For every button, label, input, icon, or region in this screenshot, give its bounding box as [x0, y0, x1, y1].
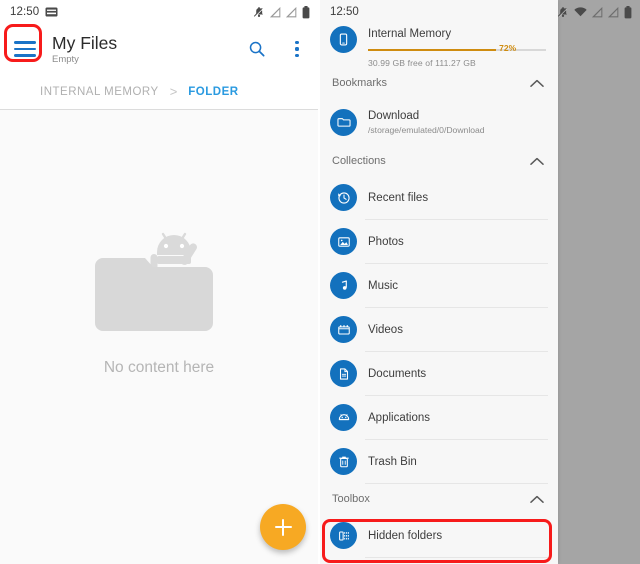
breadcrumb-root[interactable]: INTERNAL MEMORY: [40, 86, 159, 98]
drawer-item-documents[interactable]: Documents: [320, 352, 558, 395]
bell-muted-icon: [557, 7, 568, 18]
signal-off-icon: [608, 6, 619, 17]
battery-icon: [302, 5, 310, 18]
drawer-item-music[interactable]: Music: [320, 264, 558, 307]
drawer-item-applications[interactable]: Applications: [320, 396, 558, 439]
drawer-item-label: Trash Bin: [368, 455, 417, 468]
internal-memory-row[interactable]: Internal Memory 72% 30.99 GB free of 111…: [320, 24, 558, 68]
drawer-item-videos[interactable]: Videos: [320, 308, 558, 351]
signal-off-icon: [592, 6, 603, 17]
section-header-toolbox[interactable]: Toolbox: [320, 484, 558, 514]
app-bar-actions: [244, 36, 310, 62]
recent-clock-icon: [330, 184, 357, 211]
drawer-item-label: Recent files: [368, 191, 429, 204]
drawer-item-hidden-folders[interactable]: Hidden folders: [320, 514, 558, 557]
document-icon: [330, 360, 357, 387]
phone-storage-icon: [330, 26, 357, 53]
breadcrumb: INTERNAL MEMORY > FOLDER: [0, 74, 318, 110]
notification-keyboard-icon: [45, 7, 58, 17]
drawer-item-text: Download /storage/emulated/0/Download: [368, 109, 485, 136]
storage-title: Internal Memory: [368, 28, 452, 40]
bell-muted-icon: [253, 7, 264, 18]
drawer-item-photos[interactable]: Photos: [320, 220, 558, 263]
chevron-up-icon[interactable]: [530, 157, 544, 166]
drawer-item-ftp-server[interactable]: FTP Server: [320, 558, 558, 564]
drawer-scrim-overlay[interactable]: [541, 0, 640, 564]
videos-clapper-icon: [330, 316, 357, 343]
storage-info: Internal Memory 72% 30.99 GB free of 111…: [368, 26, 546, 68]
screenshot-root: 12:50 My Files Empty INTERNAL MEMORY > F…: [0, 0, 640, 564]
drawer-item-label: Documents: [368, 367, 427, 380]
photos-image-icon: [330, 228, 357, 255]
status-bar-time: 12:50: [10, 6, 40, 18]
more-vertical-icon[interactable]: [284, 36, 310, 62]
page-subtitle: Empty: [52, 53, 79, 65]
search-icon[interactable]: [244, 36, 270, 62]
empty-state-message: No content here: [103, 359, 215, 376]
drawer-item-label: Music: [368, 279, 399, 292]
add-fab-button[interactable]: [260, 504, 306, 550]
android-apps-icon: [330, 404, 357, 431]
drawer-item-recent-files[interactable]: Recent files: [320, 176, 558, 219]
left-status-bar: 12:50: [0, 0, 318, 24]
section-title: Toolbox: [332, 493, 370, 505]
drawer-status-bar: 12:50: [320, 0, 558, 24]
signal-off-icon: [270, 6, 281, 17]
hamburger-menu-icon[interactable]: [2, 26, 48, 72]
storage-percent-label: 72%: [499, 43, 517, 53]
drawer-item-path: /storage/emulated/0/Download: [368, 124, 485, 135]
breadcrumb-current[interactable]: FOLDER: [188, 86, 238, 98]
drawer-status-time: 12:50: [330, 6, 359, 18]
folder-icon: [330, 108, 357, 136]
empty-folder-android-illustration: [93, 226, 225, 343]
page-title: My Files: [52, 32, 118, 53]
drawer-item-label: Hidden folders: [368, 529, 443, 542]
storage-free-label: 30.99 GB free of 111.27 GB: [368, 58, 476, 68]
chevron-up-icon[interactable]: [530, 495, 544, 504]
music-note-icon: [330, 272, 357, 299]
empty-state: No content here: [0, 110, 318, 564]
status-bar-system-icons: [253, 0, 310, 24]
drawer-item-label: Photos: [368, 235, 404, 248]
chevron-up-icon[interactable]: [530, 79, 544, 88]
drawer-item-download[interactable]: Download /storage/emulated/0/Download: [320, 98, 558, 146]
trash-bin-icon: [330, 448, 357, 475]
hidden-folders-icon: [330, 522, 357, 549]
section-header-collections[interactable]: Collections: [320, 146, 558, 176]
navigation-drawer: 12:50 Internal Memory 72% 30.99 GB free …: [320, 0, 558, 564]
wifi-icon: [574, 7, 587, 17]
battery-icon: [624, 5, 632, 18]
section-title: Collections: [332, 155, 386, 167]
storage-progress-bar: 72%: [368, 43, 546, 56]
right-phone-screen: 12:50 Internal Memory 72% 30.99 GB free …: [320, 0, 640, 564]
section-header-bookmarks[interactable]: Bookmarks: [320, 68, 558, 98]
section-title: Bookmarks: [332, 77, 388, 89]
signal-off-icon: [286, 6, 297, 17]
drawer-item-label: Download: [368, 109, 420, 122]
app-title-block: My Files Empty: [52, 33, 117, 66]
status-bar-notification-icons: [45, 7, 58, 17]
drawer-item-label: Applications: [368, 411, 431, 424]
left-app-bar: My Files Empty: [0, 24, 318, 74]
drawer-item-trash-bin[interactable]: Trash Bin: [320, 440, 558, 483]
left-phone-screen: 12:50 My Files Empty INTERNAL MEMORY > F…: [0, 0, 318, 564]
breadcrumb-separator-icon: >: [169, 84, 178, 99]
drawer-item-label: Videos: [368, 323, 403, 336]
